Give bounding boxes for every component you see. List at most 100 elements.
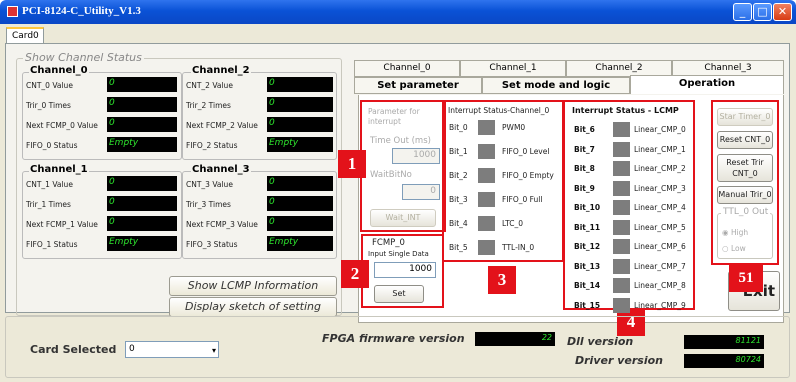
badge-51: 51 [729,264,763,292]
minimize-icon[interactable]: _ [733,3,752,21]
status-indicator [613,219,630,235]
reset-cnt-button[interactable]: Reset CNT_0 [717,131,773,149]
lcmp-bit-label: Bit_11 [574,222,601,232]
timeout-input[interactable]: 1000 [392,148,440,164]
card-selected-dropdown[interactable]: 0 ▾ [125,341,219,358]
int-bit-label: Bit_0 [449,123,468,132]
int-bit-label: Bit_2 [449,171,468,180]
value-display: 0 [107,117,177,132]
status-indicator [613,258,630,274]
star-timer-button[interactable]: Star Timer_0 [717,108,773,126]
fcmp-title: FCMP_0 [372,238,405,248]
status-indicator [613,239,630,254]
tab-card0[interactable]: Card0 [6,27,44,44]
show-lcmp-information-button[interactable]: Show LCMP Information [169,276,337,296]
int-status-title: Interrupt Status-Channel_0 [448,106,550,115]
tab-operation[interactable]: Operation [630,75,784,94]
row-label: Trir_2 Times [186,101,231,110]
row-label: FIFO_2 Status [186,141,238,150]
main-panel: Show Channel Status Channel_0 CNT_0 Valu… [5,43,790,336]
ttl-low-radio[interactable]: ○ Low [722,244,746,253]
waitbit-label: WaitBitNo [370,170,412,180]
value-display: 0 [107,97,177,112]
lcmp-bit-label: Bit_6 [574,125,595,134]
row-label: Next FCMP_0 Value [26,121,98,130]
int-bit-name: PWM0 [502,123,526,132]
channel-title: Channel_3 [191,164,251,175]
channel-0-box: Channel_0 CNT_0 Value 0 Trir_0 Times 0 N… [22,65,182,160]
reset-trir-button[interactable]: Reset Trir CNT_0 [717,154,773,182]
channel-title: Channel_2 [191,65,251,76]
status-display: Empty [267,236,333,251]
param-title: Parameter for interrupt [368,107,420,126]
value-display: 0 [267,176,333,191]
row-label: Trir_3 Times [186,200,231,209]
ttl-high-radio[interactable]: ◉ High [722,228,748,237]
lcmp-bit-name: Linear_CMP_6 [634,242,686,251]
window-title: PCI-8124-C_Utility_V1.3 [22,5,141,17]
timeout-label: Time Out (ms) [370,136,431,146]
lcmp-bit-name: Linear_CMP_9 [634,300,686,310]
row-label: CNT_0 Value [26,81,73,90]
fcmp-input[interactable]: 1000 [374,262,436,278]
lcmp-bit-name: Linear_CMP_8 [634,281,686,290]
value-display: 0 [267,196,333,211]
row-label: Trir_0 Times [26,101,71,110]
set-button[interactable]: Set [374,285,424,303]
tab-channel-0[interactable]: Channel_0 [354,60,460,77]
bottom-area [5,316,790,378]
ttl-low-label: Low [730,244,746,253]
lcmp-bit-label: Bit_13 [574,261,601,271]
maximize-icon[interactable]: □ [753,3,772,21]
row-label: FIFO_3 Status [186,240,238,249]
badge-3: 3 [488,266,516,294]
display-sketch-button[interactable]: Display sketch of setting [169,297,337,317]
lcmp-bit-name: Linear_CMP_4 [634,203,686,212]
row-label: FIFO_1 Status [26,240,78,249]
status-indicator [613,141,630,157]
int-bit-label: Bit_5 [449,243,468,252]
waitbit-input[interactable]: 0 [402,184,440,200]
row-label: Next FCMP_2 Value [186,121,258,130]
status-indicator [478,192,495,207]
manual-trir-button[interactable]: Manual Trir_0 [717,186,773,204]
row-label: Next FCMP_1 Value [26,220,98,229]
tab-set-parameter[interactable]: Set parameter [354,77,482,94]
ttl-title: TTL_0 Out [721,207,771,217]
show-channel-status-title: Show Channel Status [23,51,144,64]
dll-value: 81121 [684,335,764,349]
int-bit-name: LTC_0 [502,219,524,228]
lcmp-bit-label: Bit_12 [574,242,601,251]
card-selected-label: Card Selected [30,343,117,356]
channel-title: Channel_0 [29,65,89,76]
row-label: FIFO_0 Status [26,141,78,150]
lcmp-bit-label: Bit_15 [574,300,601,310]
lcmp-bit-label: Bit_7 [574,144,595,154]
row-label: Next FCMP_3 Value [186,220,258,229]
fcmp-input-label: Input Single Data [368,250,429,258]
fpga-value: 22 [475,332,555,346]
chevron-down-icon[interactable]: ▾ [212,346,216,355]
lcmp-bit-name: Linear_CMP_2 [634,164,686,173]
title-bar: PCI-8124-C_Utility_V1.3 _ □ ✕ [0,0,796,24]
tab-channel-1[interactable]: Channel_1 [460,60,566,77]
value-display: 0 [107,176,177,191]
status-indicator [478,168,495,183]
status-display: Empty [107,137,177,152]
status-display: Empty [267,137,333,152]
wait-int-button[interactable]: Wait_INT [370,209,436,227]
card-selected-value: 0 [129,344,135,354]
tab-set-mode-and-logic[interactable]: Set mode and logic [482,77,630,94]
lcmp-bit-name: Linear_CMP_3 [634,183,686,193]
value-display: 0 [267,77,333,92]
channel-title: Channel_1 [29,164,89,175]
lcmp-bit-label: Bit_9 [574,183,595,193]
ttl-high-label: High [730,228,749,237]
status-display: Empty [107,236,177,251]
close-icon[interactable]: ✕ [773,3,792,21]
int-bit-name: FIFO_0 Full [502,195,543,204]
status-indicator [613,297,630,313]
int-bit-name: FIFO_0 Level [502,147,550,156]
int-bit-label: Bit_1 [449,147,468,156]
channel-1-box: Channel_1 CNT_1 Value 0 Trir_1 Times 0 N… [22,164,182,259]
